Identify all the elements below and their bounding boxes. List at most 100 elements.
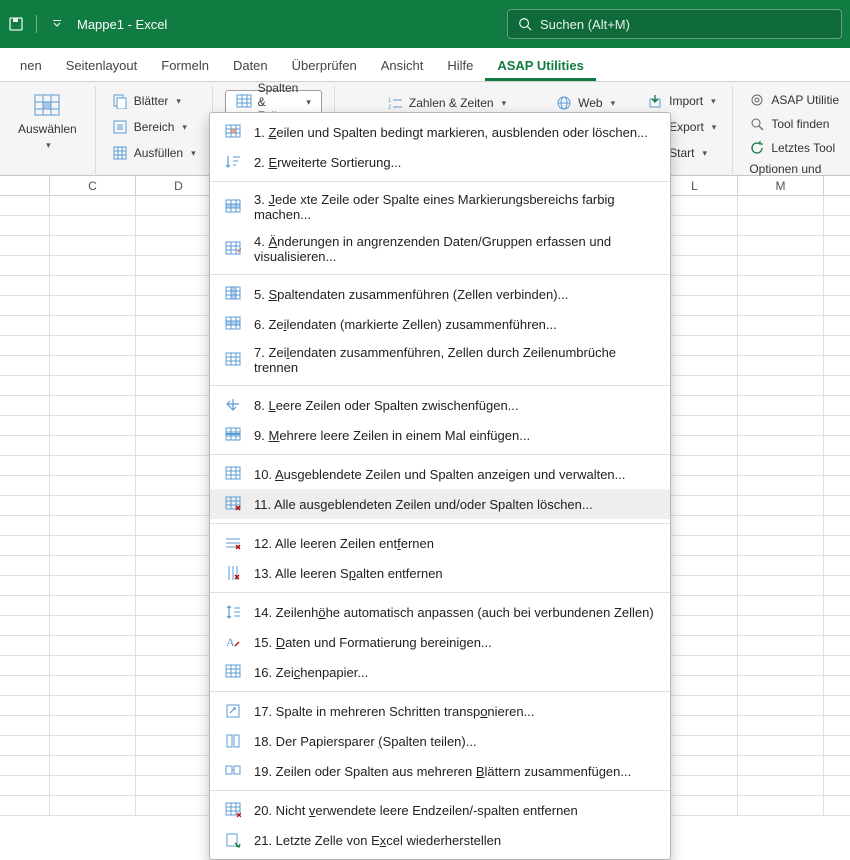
tab-formeln[interactable]: Formeln xyxy=(149,50,221,81)
cell[interactable] xyxy=(738,656,824,675)
cell[interactable] xyxy=(738,416,824,435)
cell[interactable] xyxy=(50,716,136,735)
cell[interactable] xyxy=(738,236,824,255)
menu-item[interactable]: 2. Erweiterte Sortierung... xyxy=(210,147,670,177)
cell[interactable] xyxy=(50,776,136,795)
cell[interactable] xyxy=(50,356,136,375)
cell[interactable] xyxy=(0,476,50,495)
cell[interactable] xyxy=(738,696,824,715)
cell[interactable] xyxy=(50,316,136,335)
cell[interactable] xyxy=(0,656,50,675)
cell[interactable] xyxy=(0,376,50,395)
cell[interactable] xyxy=(0,296,50,315)
cell[interactable] xyxy=(50,676,136,695)
asap-utilities-button[interactable]: ASAP Utilitie xyxy=(745,90,843,110)
cell[interactable] xyxy=(50,396,136,415)
cell[interactable] xyxy=(738,256,824,275)
cell[interactable] xyxy=(50,416,136,435)
cell[interactable] xyxy=(0,616,50,635)
cell[interactable] xyxy=(0,216,50,235)
cell[interactable] xyxy=(738,516,824,535)
cell[interactable] xyxy=(50,516,136,535)
ausfuellen-button[interactable]: Ausfüllen ▾ xyxy=(108,142,200,164)
cell[interactable] xyxy=(0,416,50,435)
tab-seitenlayout[interactable]: Seitenlayout xyxy=(54,50,150,81)
cell[interactable] xyxy=(738,736,824,755)
menu-item[interactable]: 1. Zeilen und Spalten bedingt markieren,… xyxy=(210,117,670,147)
cell[interactable] xyxy=(0,256,50,275)
cell[interactable] xyxy=(50,336,136,355)
cell[interactable] xyxy=(50,216,136,235)
spalten-zeilen-button[interactable]: Spalten & Zeilen ▾ xyxy=(225,90,322,114)
cell[interactable] xyxy=(738,296,824,315)
auswaehlen-button[interactable]: Auswählen ▾ xyxy=(12,90,83,153)
cell[interactable] xyxy=(50,656,136,675)
cell[interactable] xyxy=(0,676,50,695)
cell[interactable] xyxy=(0,496,50,515)
cell[interactable] xyxy=(738,776,824,795)
zahlen-zeiten-button[interactable]: 12 Zahlen & Zeiten ▾ xyxy=(383,92,510,114)
import-button[interactable]: Import ▾ xyxy=(643,90,720,112)
menu-item[interactable]: 14. Zeilenhöhe automatisch anpassen (auc… xyxy=(210,597,670,627)
tab-hilfe[interactable]: Hilfe xyxy=(435,50,485,81)
menu-item[interactable]: 9. Mehrere leere Zeilen in einem Mal ein… xyxy=(210,420,670,450)
cell[interactable] xyxy=(738,216,824,235)
cell[interactable] xyxy=(0,716,50,735)
cell[interactable] xyxy=(50,536,136,555)
col-header[interactable] xyxy=(0,176,50,195)
col-header-m[interactable]: M xyxy=(738,176,824,195)
cell[interactable] xyxy=(738,596,824,615)
menu-item[interactable]: 8. Leere Zeilen oder Spalten zwischenfüg… xyxy=(210,390,670,420)
menu-item[interactable]: 12. Alle leeren Zeilen entfernen xyxy=(210,528,670,558)
cell[interactable] xyxy=(0,556,50,575)
cell[interactable] xyxy=(738,556,824,575)
cell[interactable] xyxy=(738,336,824,355)
cell[interactable] xyxy=(50,576,136,595)
cell[interactable] xyxy=(0,456,50,475)
cell[interactable] xyxy=(738,796,824,815)
cell[interactable] xyxy=(50,596,136,615)
cell[interactable] xyxy=(738,536,824,555)
cell[interactable] xyxy=(50,556,136,575)
cell[interactable] xyxy=(0,796,50,815)
cell[interactable] xyxy=(738,476,824,495)
menu-item[interactable]: 7. Zeilendaten zusammenführen, Zellen du… xyxy=(210,339,670,381)
menu-item[interactable]: 20. Nicht verwendete leere Endzeilen/-sp… xyxy=(210,795,670,825)
cell[interactable] xyxy=(0,396,50,415)
cell[interactable] xyxy=(738,356,824,375)
cell[interactable] xyxy=(50,476,136,495)
cell[interactable] xyxy=(0,756,50,775)
cell[interactable] xyxy=(738,316,824,335)
cell[interactable] xyxy=(0,736,50,755)
cell[interactable] xyxy=(738,716,824,735)
cell[interactable] xyxy=(738,616,824,635)
cell[interactable] xyxy=(50,456,136,475)
tab-partial[interactable]: nen xyxy=(8,50,54,81)
save-icon[interactable] xyxy=(8,16,24,32)
cell[interactable] xyxy=(50,276,136,295)
cell[interactable] xyxy=(738,196,824,215)
tab-ansicht[interactable]: Ansicht xyxy=(369,50,436,81)
cell[interactable] xyxy=(50,696,136,715)
menu-item[interactable]: 19. Zeilen oder Spalten aus mehreren Blä… xyxy=(210,756,670,786)
cell[interactable] xyxy=(0,776,50,795)
menu-item[interactable]: 5. Spaltendaten zusammenführen (Zellen v… xyxy=(210,279,670,309)
tool-finden-button[interactable]: Tool finden xyxy=(745,114,843,134)
cell[interactable] xyxy=(0,436,50,455)
cell[interactable] xyxy=(0,356,50,375)
cell[interactable] xyxy=(738,756,824,775)
cell[interactable] xyxy=(0,536,50,555)
menu-item[interactable]: 4. Änderungen in angrenzenden Daten/Grup… xyxy=(210,228,670,270)
menu-item[interactable]: 16. Zeichenpapier... xyxy=(210,657,670,687)
menu-item[interactable]: 11. Alle ausgeblendeten Zeilen und/oder … xyxy=(210,489,670,519)
search-box[interactable]: Suchen (Alt+M) xyxy=(507,9,842,39)
col-header-c[interactable]: C xyxy=(50,176,136,195)
cell[interactable] xyxy=(50,736,136,755)
cell[interactable] xyxy=(0,576,50,595)
bereich-button[interactable]: Bereich ▾ xyxy=(108,116,200,138)
menu-item[interactable]: 18. Der Papiersparer (Spalten teilen)... xyxy=(210,726,670,756)
cell[interactable] xyxy=(50,496,136,515)
cell[interactable] xyxy=(50,436,136,455)
blaetter-button[interactable]: Blätter ▾ xyxy=(108,90,200,112)
cell[interactable] xyxy=(738,676,824,695)
